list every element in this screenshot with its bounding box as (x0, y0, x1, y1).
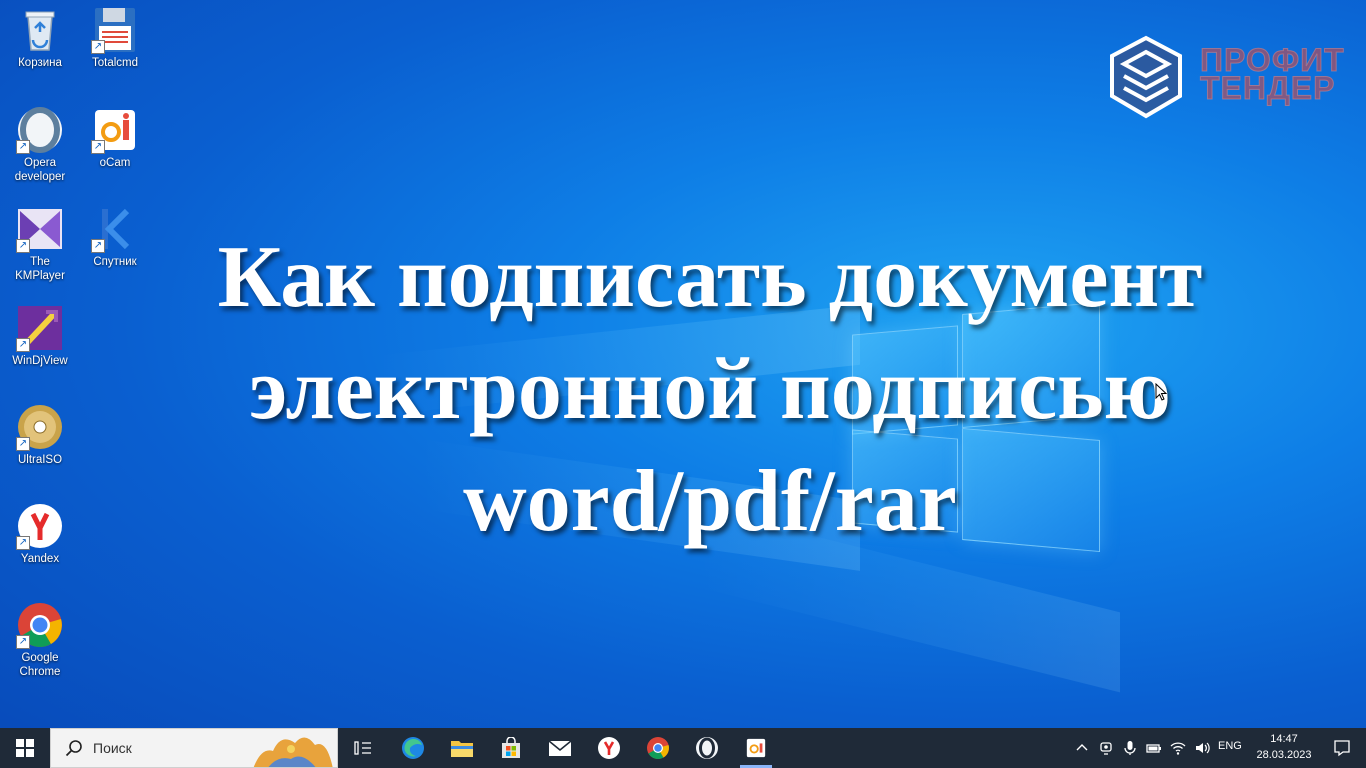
folder-icon (451, 741, 473, 757)
volume-icon[interactable] (1194, 740, 1210, 756)
cube-icon (1110, 35, 1182, 119)
desktop-icon-label: Google Chrome (19, 652, 61, 678)
desktop-icon-recycle-bin[interactable]: Корзина (2, 6, 78, 70)
clock[interactable]: 14:47 28.03.2023 (1250, 728, 1318, 768)
notification-icon (1334, 740, 1350, 757)
start-button[interactable] (0, 728, 50, 768)
desktop-icon-opera-developer[interactable]: ↗ Opera developer (2, 106, 78, 184)
yandex-icon (598, 737, 620, 759)
kmplayer-icon: ↗ (16, 205, 64, 253)
taskbar-store-button[interactable] (493, 728, 529, 768)
recycle-bin-icon (16, 6, 64, 54)
taskbar-chrome-button[interactable] (640, 728, 676, 768)
battery-icon[interactable] (1146, 740, 1162, 756)
shortcut-arrow-icon: ↗ (91, 140, 105, 154)
task-view-button[interactable] (346, 728, 380, 768)
notifications-button[interactable] (1322, 728, 1362, 768)
opera-developer-icon: ↗ (16, 106, 64, 154)
headline-line-1: Как подписать документ (217, 229, 1203, 326)
shortcut-arrow-icon: ↗ (16, 140, 30, 154)
shortcut-arrow-icon: ↗ (16, 635, 30, 649)
desktop-icon-label: Корзина (18, 57, 62, 69)
ocam-icon (746, 738, 766, 758)
shortcut-arrow-icon: ↗ (16, 338, 30, 352)
desktop-icon-google-chrome[interactable]: ↗ Google Chrome (2, 601, 78, 679)
language-indicator[interactable]: ENG (1218, 740, 1242, 752)
floppy-disk-icon: ↗ (91, 6, 139, 54)
desktop-icon-label: Opera developer (14, 157, 66, 183)
chevron-up-icon[interactable] (1074, 740, 1090, 756)
taskbar-ocam-button[interactable] (738, 728, 774, 768)
chrome-icon (647, 737, 669, 759)
taskbar-mail-button[interactable] (542, 728, 578, 768)
opera-icon (696, 737, 718, 759)
task-view-icon (354, 741, 371, 755)
microphone-icon[interactable] (1122, 740, 1138, 756)
mouse-cursor-icon (1155, 383, 1167, 401)
brand-line-2: ТЕНДЕР (1200, 70, 1336, 106)
desktop-icon-label: oCam (99, 157, 131, 169)
desktop-icon-totalcmd[interactable]: ↗ Totalcmd (77, 6, 153, 70)
desktop-icon-label: Totalcmd (91, 57, 139, 69)
shortcut-arrow-icon: ↗ (16, 239, 30, 253)
search-input[interactable] (91, 739, 245, 757)
search-highlight-icon (253, 737, 333, 767)
shortcut-arrow-icon: ↗ (16, 437, 30, 451)
windows-start-icon (16, 739, 34, 757)
wifi-icon[interactable] (1170, 740, 1186, 756)
store-icon (502, 737, 520, 758)
yandex-icon: ↗ (16, 502, 64, 550)
clock-date: 28.03.2023 (1256, 749, 1312, 761)
search-icon (65, 740, 82, 757)
ultraiso-icon: ↗ (16, 403, 64, 451)
taskbar-opera-button[interactable] (689, 728, 725, 768)
windjview-icon: ↗ (16, 304, 64, 352)
mail-icon (548, 740, 572, 756)
taskbar: ENG 14:47 28.03.2023 (0, 728, 1366, 768)
shortcut-arrow-icon: ↗ (91, 40, 105, 54)
edge-icon (402, 737, 424, 759)
shortcut-arrow-icon: ↗ (16, 536, 30, 550)
desktop[interactable]: Корзина ↗ Opera developer ↗ The KMPlayer (0, 0, 1366, 768)
taskbar-search[interactable] (50, 728, 338, 768)
taskbar-yandex-button[interactable] (591, 728, 627, 768)
taskbar-edge-button[interactable] (395, 728, 431, 768)
brand-name: ПРОФИТ ТЕНДЕР (1200, 44, 1345, 106)
desktop-icon-ocam[interactable]: ↗ oCam (77, 106, 153, 170)
ocam-icon: ↗ (91, 106, 139, 154)
brand-logo: ПРОФИТ ТЕНДЕР (1106, 34, 1356, 124)
chrome-icon: ↗ (16, 601, 64, 649)
clock-time: 14:47 (1270, 733, 1298, 745)
taskbar-explorer-button[interactable] (444, 728, 480, 768)
webcam-icon[interactable] (1098, 740, 1114, 756)
headline-line-3: word/pdf/rar (463, 453, 957, 550)
